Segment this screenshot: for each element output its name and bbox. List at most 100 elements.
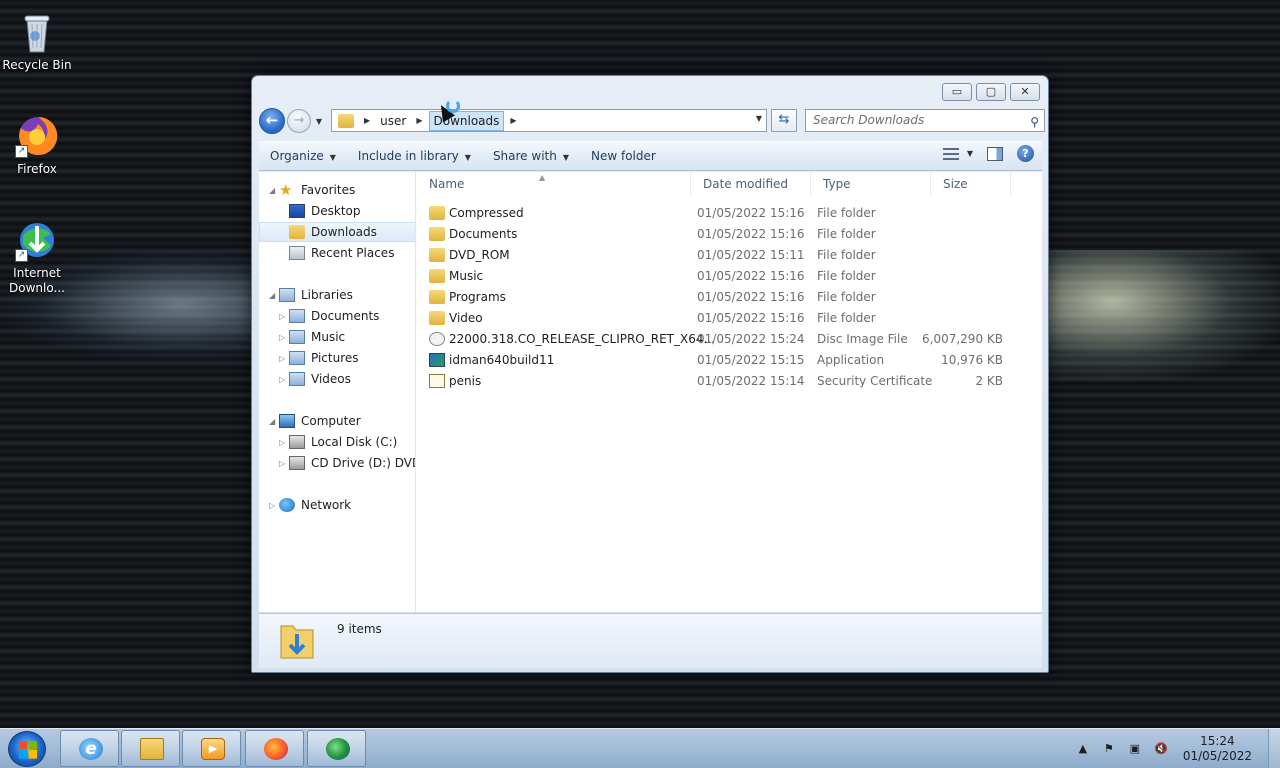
maximize-button[interactable]: ▢: [976, 83, 1006, 101]
desktop-icon-firefox[interactable]: ↗ Firefox: [0, 112, 74, 177]
search-placeholder: Search Downloads: [813, 113, 925, 127]
file-name: Compressed: [449, 205, 524, 220]
file-name: Programs: [449, 289, 506, 304]
volume-muted-icon[interactable]: 🔇: [1153, 741, 1169, 757]
nav-local-disk[interactable]: ▷ Local Disk (C:): [279, 432, 397, 452]
explorer-window: ▭ ▢ ✕ ← → ▼ ▶ user ▶ Downloads ▶ ▼ ⇆ Sea…: [251, 75, 1049, 673]
desktop-icon-recycle-bin[interactable]: Recycle Bin: [0, 8, 74, 73]
taskbar-media-player[interactable]: ▶: [182, 730, 241, 767]
taskbar-windows-explorer[interactable]: [121, 730, 180, 767]
computer-icon: [279, 414, 295, 428]
breadcrumb-chevron-icon[interactable]: ▶: [364, 116, 370, 125]
desktop-icon-internet-download-manager[interactable]: ↗ Internet Downlo...: [0, 216, 74, 296]
nav-cd-drive[interactable]: ▷ CD Drive (D:) DVD_R: [279, 453, 415, 473]
recent-pages-dropdown[interactable]: ▼: [313, 117, 325, 126]
taskbar-firefox[interactable]: [245, 730, 304, 767]
share-with-menu[interactable]: Share with ▼: [482, 149, 580, 163]
close-button[interactable]: ✕: [1010, 83, 1040, 101]
expand-arrow-icon[interactable]: ◢: [269, 186, 279, 195]
address-bar[interactable]: ▶ user ▶ Downloads ▶ ▼: [331, 109, 767, 132]
include-in-library-menu[interactable]: Include in library ▼: [347, 149, 482, 163]
folder-icon: [429, 226, 445, 241]
address-dropdown-icon[interactable]: ▼: [756, 114, 762, 123]
nav-label: CD Drive (D:) DVD_R: [311, 456, 415, 470]
clock[interactable]: 15:24 01/05/2022: [1183, 734, 1252, 764]
column-header-size[interactable]: Size: [931, 172, 1011, 196]
navigation-pane[interactable]: ◢ ★ Favorites Desktop Downloads Recent P…: [259, 172, 416, 612]
nav-label: Videos: [311, 372, 351, 386]
breadcrumb-user[interactable]: user: [376, 112, 410, 130]
collapse-arrow-icon[interactable]: ▷: [279, 333, 289, 342]
nav-lib-music[interactable]: ▷ Music: [279, 327, 345, 347]
nav-downloads[interactable]: Downloads: [259, 222, 415, 242]
nav-label: Downloads: [311, 225, 377, 239]
start-button[interactable]: [8, 731, 46, 767]
column-header-name[interactable]: Name ▲: [417, 172, 691, 196]
action-center-flag-icon[interactable]: ⚑: [1101, 741, 1117, 757]
nav-lib-pictures[interactable]: ▷ Pictures: [279, 348, 359, 368]
search-input[interactable]: Search Downloads ⚲: [805, 109, 1045, 132]
idm-icon: [326, 738, 350, 760]
expand-arrow-icon[interactable]: ◢: [269, 417, 279, 426]
change-view-button[interactable]: ▼: [942, 147, 973, 160]
collapse-arrow-icon[interactable]: ▷: [269, 501, 279, 510]
nav-lib-videos[interactable]: ▷ Videos: [279, 369, 351, 389]
column-header-type[interactable]: Type: [811, 172, 931, 196]
new-folder-button[interactable]: New folder: [580, 149, 667, 163]
nav-desktop[interactable]: Desktop: [289, 201, 361, 221]
nav-recent-places[interactable]: Recent Places: [289, 243, 394, 263]
windows-logo-icon: [19, 741, 37, 759]
forward-button[interactable]: →: [287, 109, 311, 133]
file-row[interactable]: Programs 01/05/2022 15:16 File folder: [417, 286, 1042, 307]
shortcut-arrow-icon: ↗: [15, 249, 28, 262]
taskbar: e ▶ ▲ ⚑ ▣ 🔇 15:24 01/05/2022: [0, 728, 1280, 768]
preview-pane-button[interactable]: [987, 146, 1003, 161]
back-button[interactable]: ←: [259, 108, 285, 134]
column-header-date-modified[interactable]: Date modified: [691, 172, 811, 196]
details-pane: 9 items: [259, 613, 1042, 668]
chevron-down-icon: ▼: [464, 152, 471, 162]
libraries-icon: [279, 288, 295, 302]
network-icon: [279, 498, 295, 512]
internet-explorer-icon: e: [79, 738, 103, 760]
file-row[interactable]: Compressed 01/05/2022 15:16 File folder: [417, 202, 1042, 223]
file-row[interactable]: 22000.318.CO_RELEASE_CLIPRO_RET_X64... 0…: [417, 328, 1042, 349]
application-icon: [429, 352, 445, 367]
nav-network[interactable]: ▷ Network: [269, 495, 351, 515]
expand-arrow-icon[interactable]: ◢: [269, 291, 279, 300]
breadcrumb-chevron-icon[interactable]: ▶: [416, 116, 422, 125]
taskbar-internet-download-manager[interactable]: [307, 730, 366, 767]
nav-lib-documents[interactable]: ▷ Documents: [279, 306, 379, 326]
recent-places-icon: [289, 246, 305, 260]
firefox-icon: ↗: [13, 112, 61, 160]
nav-computer[interactable]: ◢ Computer: [269, 411, 361, 431]
show-desktop-button[interactable]: [1268, 729, 1280, 768]
file-row[interactable]: Music 01/05/2022 15:16 File folder: [417, 265, 1042, 286]
collapse-arrow-icon[interactable]: ▷: [279, 459, 289, 468]
file-type: Security Certificate: [817, 373, 933, 388]
nav-label: Favorites: [301, 183, 356, 197]
refresh-button[interactable]: ⇆: [771, 109, 797, 132]
collapse-arrow-icon[interactable]: ▷: [279, 312, 289, 321]
file-row[interactable]: idman640build11 01/05/2022 15:15 Applica…: [417, 349, 1042, 370]
nav-favorites[interactable]: ◢ ★ Favorites: [269, 180, 355, 200]
file-row[interactable]: Documents 01/05/2022 15:16 File folder: [417, 223, 1042, 244]
help-button[interactable]: ?: [1017, 145, 1034, 162]
nav-libraries[interactable]: ◢ Libraries: [269, 285, 353, 305]
show-hidden-icons-button[interactable]: ▲: [1075, 741, 1091, 757]
idm-icon: ↗: [13, 216, 61, 264]
organize-menu[interactable]: Organize ▼: [259, 149, 347, 163]
file-row[interactable]: Video 01/05/2022 15:16 File folder: [417, 307, 1042, 328]
taskbar-internet-explorer[interactable]: e: [60, 730, 119, 767]
file-row[interactable]: penis 01/05/2022 15:14 Security Certific…: [417, 370, 1042, 391]
breadcrumb-chevron-icon[interactable]: ▶: [510, 116, 516, 125]
desktop-icon-label: Firefox: [17, 162, 57, 176]
file-date: 01/05/2022 15:16: [697, 226, 805, 241]
downloads-folder-icon: [289, 225, 305, 239]
collapse-arrow-icon[interactable]: ▷: [279, 375, 289, 384]
file-row[interactable]: DVD_ROM 01/05/2022 15:11 File folder: [417, 244, 1042, 265]
collapse-arrow-icon[interactable]: ▷: [279, 438, 289, 447]
network-status-icon[interactable]: ▣: [1127, 741, 1143, 757]
minimize-button[interactable]: ▭: [942, 83, 972, 101]
collapse-arrow-icon[interactable]: ▷: [279, 354, 289, 363]
